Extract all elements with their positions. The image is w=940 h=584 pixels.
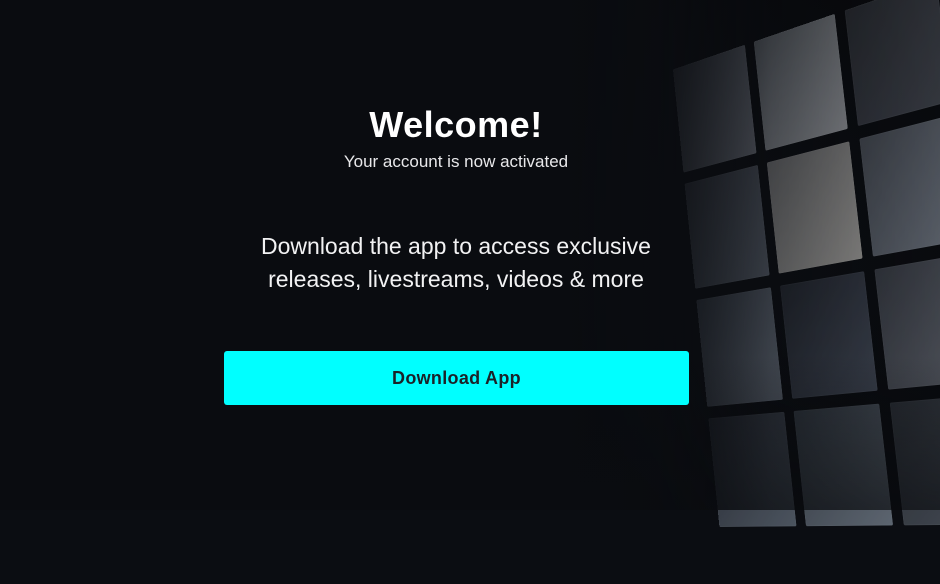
- welcome-title: Welcome!: [369, 104, 543, 145]
- activation-message: Your account is now activated: [343, 152, 569, 171]
- app-promo-line: Download the app to access exclusive: [261, 233, 651, 259]
- welcome-panel: Welcome! Your account is now activated D…: [0, 0, 912, 510]
- app-promo-line: releases, livestreams, videos & more: [268, 266, 644, 292]
- download-app-button[interactable]: Download App: [224, 351, 689, 405]
- app-promo-text: Download the app to access exclusive rel…: [180, 230, 732, 296]
